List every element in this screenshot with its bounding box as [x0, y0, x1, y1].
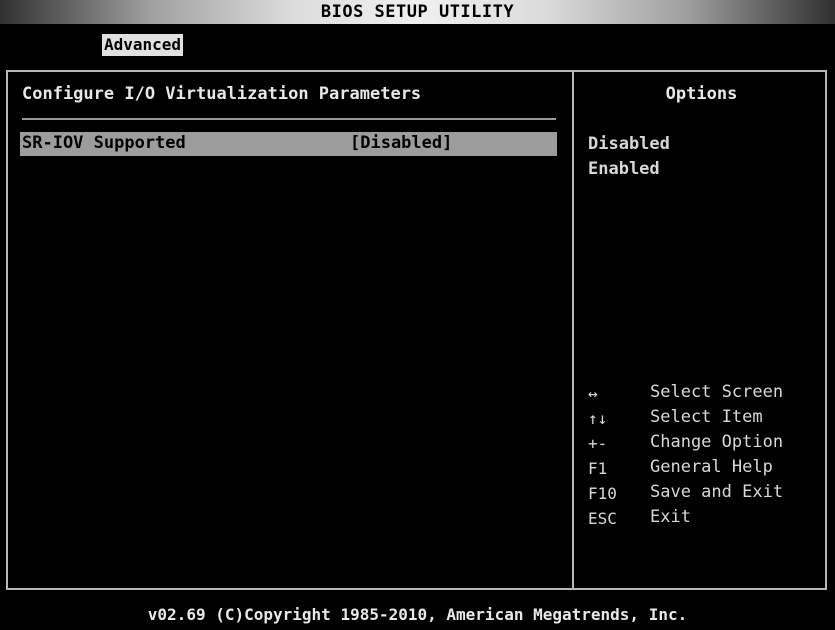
options-title: Options — [665, 84, 738, 104]
option-enabled[interactable]: Enabled — [588, 159, 660, 179]
help-change-option: Change Option — [650, 432, 784, 452]
help-general-help: General Help — [650, 457, 773, 477]
app-title: BIOS SETUP UTILITY — [320, 2, 515, 22]
help-key-plus-minus: +- — [588, 434, 608, 453]
help-key-f1: F1 — [588, 459, 608, 478]
help-select-screen: Select Screen — [650, 382, 784, 402]
panel-divider — [572, 70, 574, 590]
help-key-esc: ESC — [588, 509, 617, 528]
help-save-and-exit: Save and Exit — [650, 482, 784, 502]
section-divider — [22, 118, 556, 120]
help-select-item: Select Item — [650, 407, 763, 427]
help-key-f10: F10 — [588, 484, 617, 503]
setting-row-sr-iov[interactable]: SR-IOV Supported [Disabled] — [20, 132, 557, 156]
left-right-arrow-icon: ↔ — [588, 384, 598, 403]
up-down-arrow-icon: ↑↓ — [588, 409, 608, 428]
setting-value[interactable]: [Disabled] — [350, 133, 452, 153]
setting-label: SR-IOV Supported — [22, 133, 186, 153]
help-exit: Exit — [650, 507, 691, 527]
option-disabled[interactable]: Disabled — [588, 134, 670, 154]
copyright-footer: v02.69 (C)Copyright 1985-2010, American … — [147, 605, 688, 624]
section-title: Configure I/O Virtualization Parameters — [22, 84, 422, 104]
tab-advanced[interactable]: Advanced — [102, 34, 184, 56]
title-bar: BIOS SETUP UTILITY — [0, 0, 835, 24]
